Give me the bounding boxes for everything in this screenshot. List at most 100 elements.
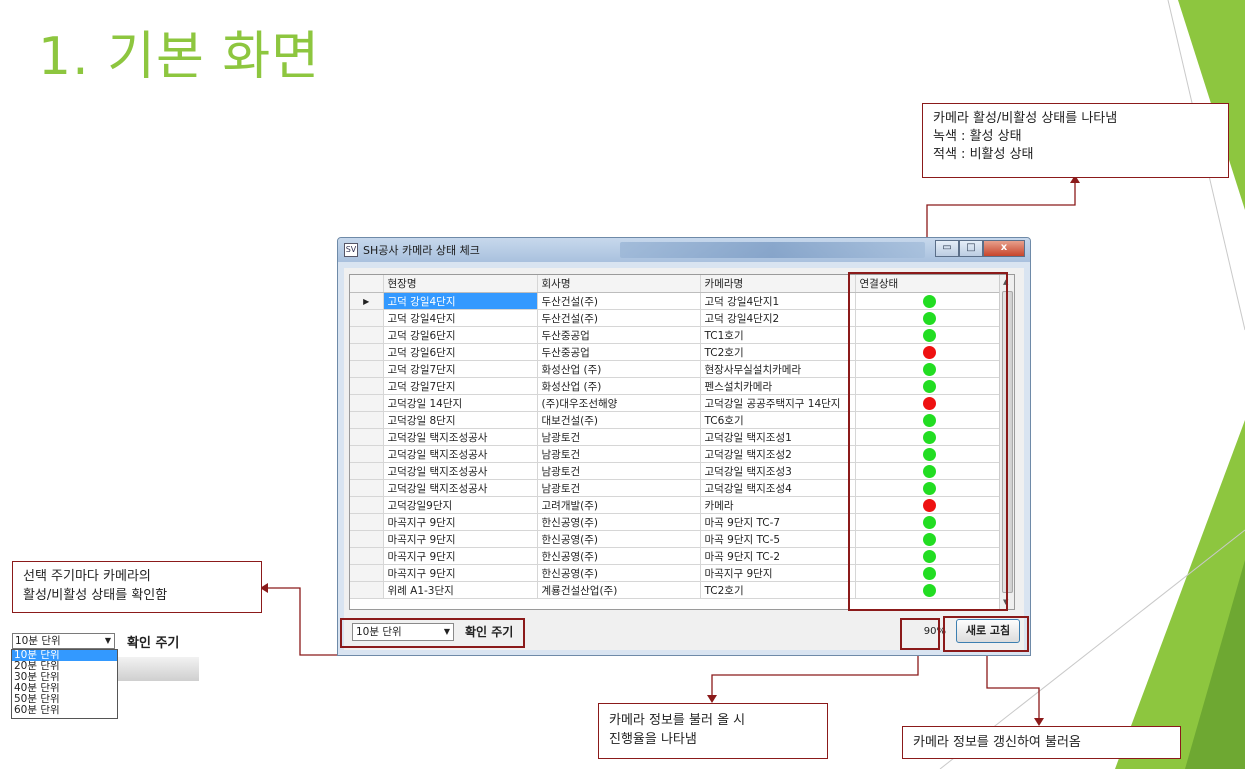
camera-cell[interactable]: 고덕강일 택지조성4 — [700, 479, 856, 497]
row-header-cell[interactable] — [350, 513, 384, 531]
row-header-cell[interactable] — [350, 326, 384, 344]
company-cell[interactable]: 두산중공업 — [537, 326, 701, 344]
column-header-camera[interactable]: 카메라명 — [700, 275, 856, 293]
camera-cell[interactable]: TC2호기 — [700, 581, 856, 599]
site-cell[interactable]: 마곡지구 9단지 — [383, 547, 538, 565]
chevron-down-icon[interactable]: ▼ — [105, 634, 111, 648]
row-header-cell[interactable] — [350, 394, 384, 412]
select-option[interactable]: 30분 단위 — [12, 672, 117, 683]
progress-callout-line: 카메라 정보를 불러 올 시 — [609, 713, 746, 728]
refresh-highlight — [943, 616, 1029, 652]
camera-cell[interactable]: 펜스설치카메라 — [700, 377, 856, 395]
company-cell[interactable]: 대보건설(주) — [537, 411, 701, 429]
interval-highlight — [340, 618, 525, 648]
camera-cell[interactable]: 현장사무실설치카메라 — [700, 360, 856, 378]
site-cell[interactable]: 고덕 강일6단지 — [383, 326, 538, 344]
camera-cell[interactable]: 카메라 — [700, 496, 856, 514]
status-callout-line: 녹색 : 활성 상태 — [933, 129, 1022, 144]
site-cell[interactable]: 고덕 강일6단지 — [383, 343, 538, 361]
row-header-cell[interactable] — [350, 530, 384, 548]
site-cell[interactable]: 마곡지구 9단지 — [383, 513, 538, 531]
site-cell[interactable]: 고덕 강일7단지 — [383, 360, 538, 378]
row-header-cell[interactable]: ▶ — [350, 292, 384, 310]
row-header-cell[interactable] — [350, 360, 384, 378]
row-header-cell[interactable] — [350, 428, 384, 446]
select-option[interactable]: 20분 단위 — [12, 661, 117, 672]
slide-title: 1. 기본 화면 — [38, 27, 321, 87]
column-header-site[interactable]: 현장명 — [383, 275, 538, 293]
camera-cell[interactable]: 마곡지구 9단지 — [700, 564, 856, 582]
select-option[interactable]: 40분 단위 — [12, 683, 117, 694]
camera-cell[interactable]: 고덕 강일4단지1 — [700, 292, 856, 310]
company-cell[interactable]: 한신공영(주) — [537, 564, 701, 582]
site-cell[interactable]: 마곡지구 9단지 — [383, 530, 538, 548]
company-cell[interactable]: 두산중공업 — [537, 343, 701, 361]
company-cell[interactable]: 화성산업 (주) — [537, 377, 701, 395]
select-option[interactable]: 10분 단위 — [12, 650, 117, 661]
minimize-button[interactable]: ▭ — [935, 240, 959, 257]
camera-cell[interactable]: 고덕강일 공공주택지구 14단지 — [700, 394, 856, 412]
site-cell[interactable]: 고덕강일 8단지 — [383, 411, 538, 429]
company-cell[interactable]: 한신공영(주) — [537, 547, 701, 565]
company-cell[interactable]: 남광토건 — [537, 445, 701, 463]
site-cell[interactable]: 고덕 강일7단지 — [383, 377, 538, 395]
company-cell[interactable]: 두산건설(주) — [537, 309, 701, 327]
site-cell[interactable]: 고덕 강일4단지 — [383, 292, 538, 310]
site-cell[interactable]: 고덕강일9단지 — [383, 496, 538, 514]
row-header-cell[interactable] — [350, 377, 384, 395]
site-cell[interactable]: 고덕강일 택지조성공사 — [383, 445, 538, 463]
camera-cell[interactable]: TC1호기 — [700, 326, 856, 344]
site-cell[interactable]: 위례 A1-3단지 — [383, 581, 538, 599]
row-header-cell[interactable] — [350, 462, 384, 480]
company-cell[interactable]: 남광토건 — [537, 462, 701, 480]
row-header-cell[interactable] — [350, 479, 384, 497]
column-header-company[interactable]: 회사명 — [537, 275, 701, 293]
select-option[interactable]: 60분 단위 — [12, 705, 117, 716]
row-header-cell[interactable] — [350, 496, 384, 514]
row-header-cell[interactable] — [350, 564, 384, 582]
company-cell[interactable]: 남광토건 — [537, 428, 701, 446]
progress-highlight — [900, 618, 940, 650]
camera-cell[interactable]: 마곡 9단지 TC-7 — [700, 513, 856, 531]
company-cell[interactable]: 한신공영(주) — [537, 513, 701, 531]
camera-cell[interactable]: 고덕강일 택지조성3 — [700, 462, 856, 480]
camera-cell[interactable]: 고덕 강일4단지2 — [700, 309, 856, 327]
snippet-options-list[interactable]: 10분 단위 20분 단위 30분 단위 40분 단위 50분 단위 60분 단위 — [11, 649, 118, 719]
camera-cell[interactable]: 고덕강일 택지조성2 — [700, 445, 856, 463]
window-titlebar[interactable]: SV SH공사 카메라 상태 체크 ▭ □ x — [338, 238, 1030, 262]
site-cell[interactable]: 고덕강일 14단지 — [383, 394, 538, 412]
row-header-cell[interactable] — [350, 445, 384, 463]
row-header-cell[interactable] — [350, 309, 384, 327]
site-cell[interactable]: 고덕 강일4단지 — [383, 309, 538, 327]
row-header-cell[interactable] — [350, 411, 384, 429]
progress-callout-line: 진행율을 나타냄 — [609, 732, 697, 747]
company-cell[interactable]: 남광토건 — [537, 479, 701, 497]
refresh-callout-line: 카메라 정보를 갱신하여 불러옴 — [913, 735, 1081, 750]
company-cell[interactable]: 계룡건설산업(주) — [537, 581, 701, 599]
select-option[interactable]: 50분 단위 — [12, 694, 117, 705]
row-header-cell[interactable] — [350, 343, 384, 361]
site-cell[interactable]: 고덕강일 택지조성공사 — [383, 479, 538, 497]
interval-callout-line: 활성/비활성 상태를 확인함 — [23, 588, 168, 603]
company-cell[interactable]: 한신공영(주) — [537, 530, 701, 548]
close-button[interactable]: x — [983, 240, 1025, 257]
camera-cell[interactable]: TC2호기 — [700, 343, 856, 361]
company-cell[interactable]: 두산건설(주) — [537, 292, 701, 310]
company-cell[interactable]: 고려개발(주) — [537, 496, 701, 514]
camera-cell[interactable]: 마곡 9단지 TC-5 — [700, 530, 856, 548]
site-cell[interactable]: 고덕강일 택지조성공사 — [383, 428, 538, 446]
camera-cell[interactable]: 고덕강일 택지조성1 — [700, 428, 856, 446]
snippet-interval-label: 확인 주기 — [127, 636, 180, 651]
company-cell[interactable]: (주)대우조선해양 — [537, 394, 701, 412]
site-cell[interactable]: 마곡지구 9단지 — [383, 564, 538, 582]
company-cell[interactable]: 화성산업 (주) — [537, 360, 701, 378]
camera-cell[interactable]: 마곡 9단지 TC-2 — [700, 547, 856, 565]
refresh-callout: 카메라 정보를 갱신하여 불러옴 — [902, 726, 1181, 759]
row-header-cell[interactable] — [350, 581, 384, 599]
row-header-corner — [350, 275, 384, 293]
maximize-button[interactable]: □ — [959, 240, 983, 257]
row-header-cell[interactable] — [350, 547, 384, 565]
snippet-interval-select[interactable]: 10분 단위 ▼ — [12, 633, 115, 649]
site-cell[interactable]: 고덕강일 택지조성공사 — [383, 462, 538, 480]
camera-cell[interactable]: TC6호기 — [700, 411, 856, 429]
